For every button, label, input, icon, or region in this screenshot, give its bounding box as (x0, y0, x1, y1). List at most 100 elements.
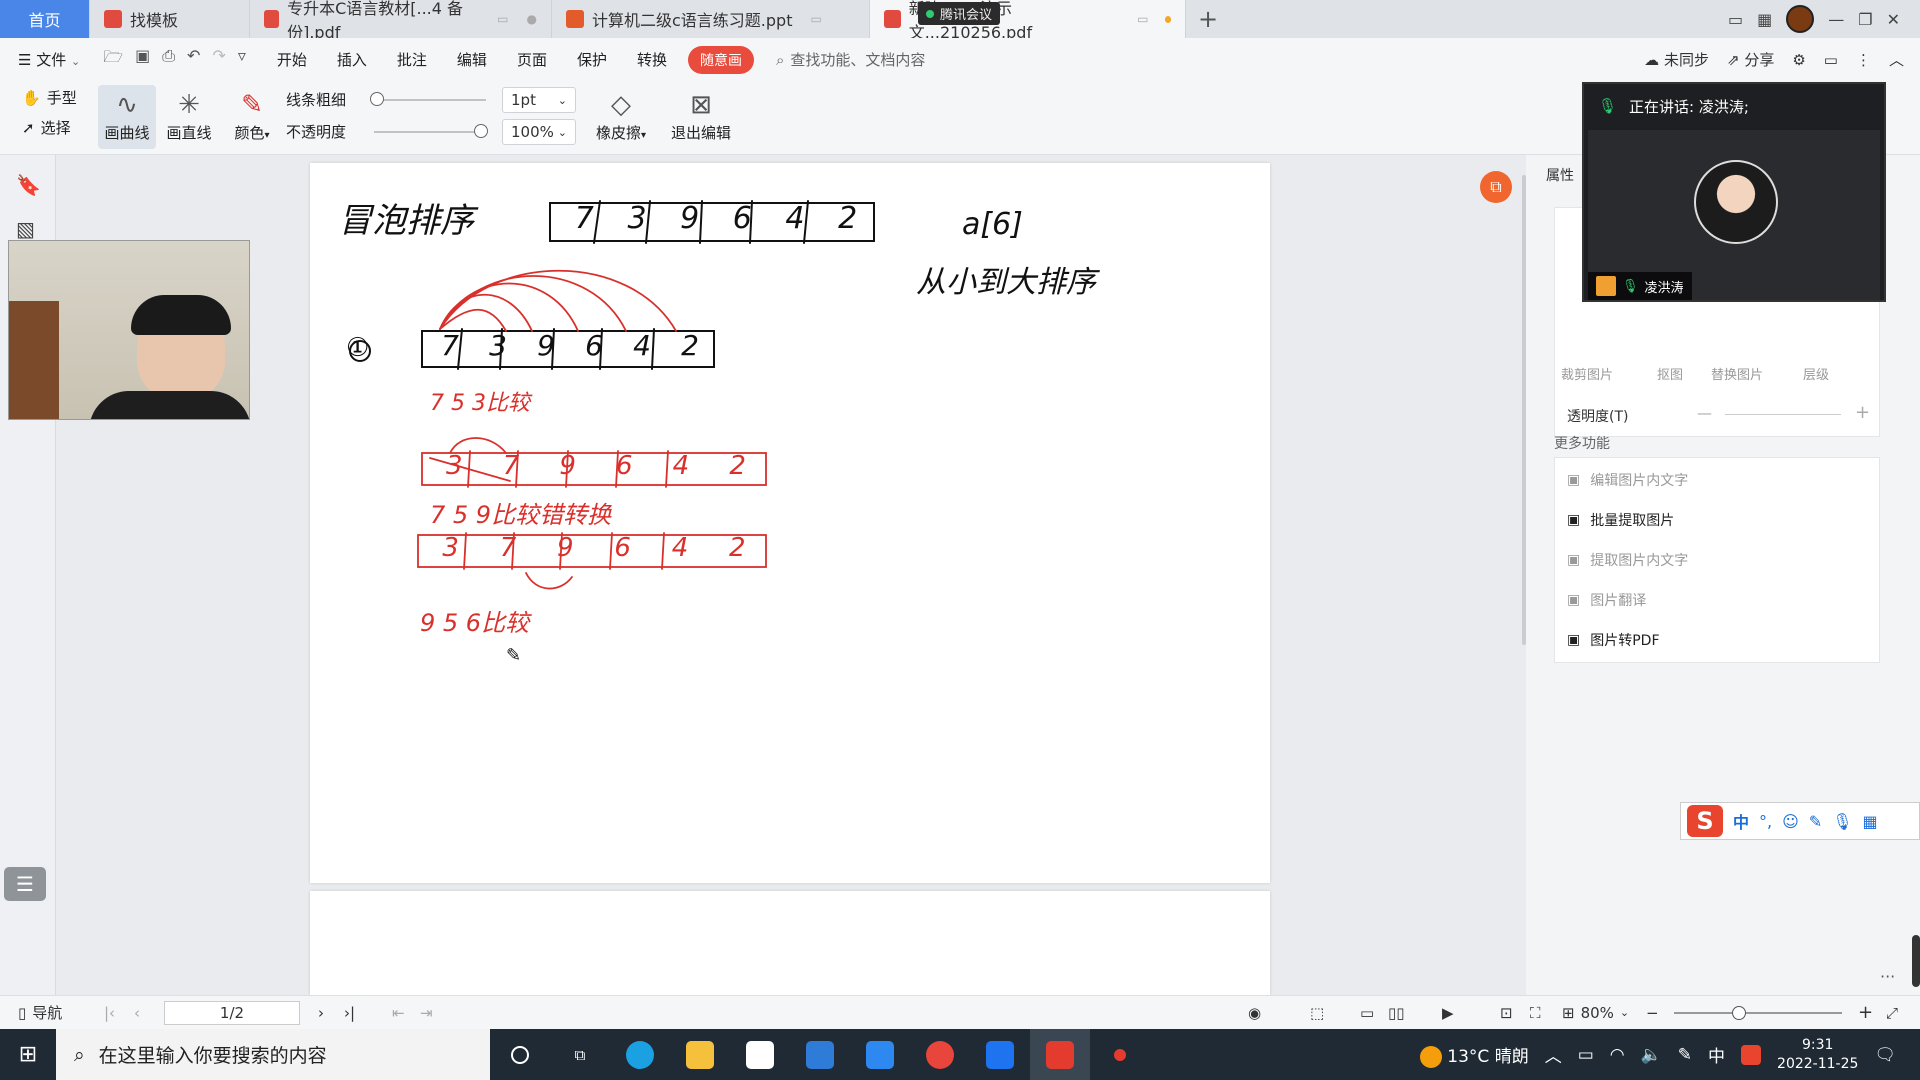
tab-pdf-textbook[interactable]: 专升本C语言教材[...4 备份].pdf ▭ ● (250, 0, 552, 42)
exit-edit-button[interactable]: ⊠ 退出编辑 (664, 85, 738, 149)
prev-page-icon[interactable]: ‹ (134, 1004, 140, 1022)
function-edit-image-text[interactable]: ▣ 编辑图片内文字 (1567, 470, 1688, 490)
thumbnail-icon[interactable]: ▧ (16, 217, 38, 241)
menu-page[interactable]: 页面 (502, 49, 562, 70)
tab-monitor-icon[interactable]: ▭ (497, 12, 508, 26)
eraser-tool[interactable]: ◇ 橡皮擦▾ (590, 85, 652, 149)
actual-size-icon[interactable]: ⊡ (1500, 1004, 1513, 1022)
pen-icon[interactable]: ✎ (1678, 1045, 1692, 1065)
windows-start-icon[interactable]: ⊞ (0, 1029, 56, 1080)
redo-icon[interactable]: ↷ (212, 46, 225, 73)
sogou-tray-icon[interactable] (1741, 1044, 1762, 1065)
line-width-select[interactable]: 1pt ⌄ (502, 87, 576, 113)
nav-toggle[interactable]: ▯ 导航 (18, 1002, 62, 1023)
opacity-slider-knob[interactable] (474, 124, 488, 138)
ime-menu-icon[interactable]: ▦ (1863, 812, 1878, 831)
open-icon[interactable]: 🗁 (103, 46, 123, 73)
menu-freehand-draw[interactable]: 随意画 (687, 45, 754, 74)
share-button[interactable]: ⇗ 分享 (1727, 49, 1774, 70)
comment-icon[interactable]: ▭ (1824, 51, 1838, 69)
task-view-icon[interactable]: ⧉ (550, 1029, 610, 1080)
opacity-slider[interactable] (374, 131, 486, 133)
more-options-icon[interactable]: ··· (1880, 967, 1895, 986)
remote-desktop-icon[interactable] (790, 1029, 850, 1080)
menu-edit[interactable]: 编辑 (442, 49, 502, 70)
meeting-video[interactable]: 🎙 凌洪涛 (1588, 130, 1880, 300)
eye-protect-icon[interactable]: ◉ (1248, 1004, 1261, 1022)
bookmark-icon[interactable]: 🔖 (16, 173, 41, 197)
page-number-input[interactable]: 1/2 (164, 1000, 300, 1025)
meeting-indicator[interactable]: 腾讯会议 (918, 2, 1001, 25)
restore-icon[interactable]: ❐ (1858, 10, 1872, 29)
line-width-slider-knob[interactable] (370, 92, 384, 106)
store-icon[interactable] (730, 1029, 790, 1080)
more-quick-icon[interactable]: ▿ (238, 46, 246, 73)
print-icon[interactable]: ⎙ (162, 46, 175, 73)
color-picker[interactable]: ✎ 颜色▾ (226, 85, 278, 149)
recorder-app-icon[interactable] (1090, 1029, 1150, 1080)
chrome-icon[interactable] (910, 1029, 970, 1080)
layout-3d-icon[interactable]: ▭ (1728, 10, 1743, 29)
draw-straight-tool[interactable]: ✳ 画直线 (160, 85, 218, 149)
play-icon[interactable]: ▶ (1442, 1004, 1454, 1022)
function-image-translate[interactable]: ▣ 图片翻译 (1567, 590, 1646, 610)
draw-curve-tool[interactable]: ∿ 画曲线 (98, 85, 156, 149)
notification-icon[interactable]: 🗨 (1874, 1045, 1896, 1065)
file-menu[interactable]: ☰ 文件 ⌄ (16, 49, 95, 70)
double-page-icon[interactable]: ▯▯ (1388, 1004, 1405, 1022)
zoom-slider[interactable] (1674, 1012, 1842, 1014)
wps-app-icon[interactable] (1030, 1029, 1090, 1080)
edge-icon[interactable] (610, 1029, 670, 1080)
tab-close-icon[interactable]: ● (527, 12, 537, 26)
meeting-window[interactable]: 🎙 正在讲话: 凌洪涛; 🎙 凌洪涛 (1582, 82, 1886, 302)
toc-list-icon[interactable]: ☰ (4, 867, 46, 901)
save-icon[interactable]: ▣ (135, 46, 150, 73)
emoji-icon[interactable]: ☺ (1782, 812, 1799, 831)
tab-monitor-icon[interactable]: ▭ (810, 12, 821, 26)
opacity-minus-icon[interactable]: — (1697, 404, 1712, 422)
panel-scroll-handle[interactable] (1912, 935, 1920, 987)
tab-home[interactable]: 首页 (0, 0, 90, 38)
hand-tool[interactable]: ✋ 手型 (22, 87, 77, 108)
weather-widget[interactable]: 13°C 晴朗 (1419, 1042, 1529, 1068)
collapse-ribbon-icon[interactable]: ︿ (1889, 49, 1904, 70)
webcam-preview[interactable] (8, 240, 250, 420)
user-avatar[interactable] (1786, 5, 1815, 33)
opacity-slider[interactable] (1725, 414, 1841, 415)
tab-template[interactable]: 找模板 (90, 0, 250, 38)
replace-image-tool[interactable]: 替换图片 (1711, 364, 1763, 383)
crop-image-tool[interactable]: 裁剪图片 (1561, 364, 1613, 383)
settings-icon[interactable]: ⚙ (1792, 51, 1805, 69)
wifi-icon[interactable]: ◠ (1610, 1045, 1625, 1065)
zoom-in-icon[interactable]: + (1858, 1002, 1873, 1023)
select-tool[interactable]: ➚ 选择 (22, 117, 71, 138)
skin-icon[interactable]: ✎ (1809, 812, 1822, 831)
tray-ime-indicator[interactable]: 中 (1708, 1042, 1725, 1067)
pdf-page-1[interactable]: 冒泡排序 7 3 9 6 4 2 a[6] 从小到大排序 7 3 9 6 4 2… (310, 163, 1270, 883)
close-window-icon[interactable]: ✕ (1887, 10, 1900, 29)
apps-grid-icon[interactable]: ▦ (1757, 10, 1772, 29)
cutout-tool[interactable]: 抠图 (1657, 364, 1683, 383)
line-width-slider[interactable] (374, 99, 486, 101)
taskbar-search[interactable]: ⌕ 在这里输入你要搜索的内容 (56, 1029, 490, 1080)
pdf-page-2[interactable] (310, 891, 1270, 995)
more-vertical-icon[interactable]: ⋮ (1856, 51, 1871, 69)
ime-mode-toggle[interactable]: 中 (1733, 809, 1749, 833)
next-page-icon[interactable]: › (318, 1004, 324, 1022)
zoom-select[interactable]: ⊞ 80% ⌄ (1562, 1004, 1629, 1022)
first-page-icon[interactable]: |‹ (104, 1004, 115, 1022)
function-search[interactable]: ⌕ 查找功能、文档内容 (776, 49, 925, 70)
function-image-to-pdf[interactable]: ▣ 图片转PDF (1567, 630, 1660, 650)
undo-icon[interactable]: ↶ (187, 46, 200, 73)
fit-page-icon[interactable]: ⛶ (1530, 1004, 1541, 1022)
new-tab-button[interactable]: + (1186, 0, 1230, 38)
layer-tool[interactable]: 层级 (1803, 364, 1829, 383)
fit-width-icon[interactable]: ⬚ (1310, 1004, 1324, 1022)
volume-icon[interactable]: 🔈 (1641, 1045, 1662, 1065)
mail-icon[interactable] (850, 1029, 910, 1080)
ime-punct-toggle[interactable]: °, (1759, 812, 1772, 831)
sogou-logo-icon[interactable]: S (1687, 805, 1723, 837)
file-explorer-icon[interactable] (670, 1029, 730, 1080)
back-icon[interactable]: ⇤ (392, 1004, 405, 1022)
opacity-plus-icon[interactable]: + (1855, 402, 1870, 423)
